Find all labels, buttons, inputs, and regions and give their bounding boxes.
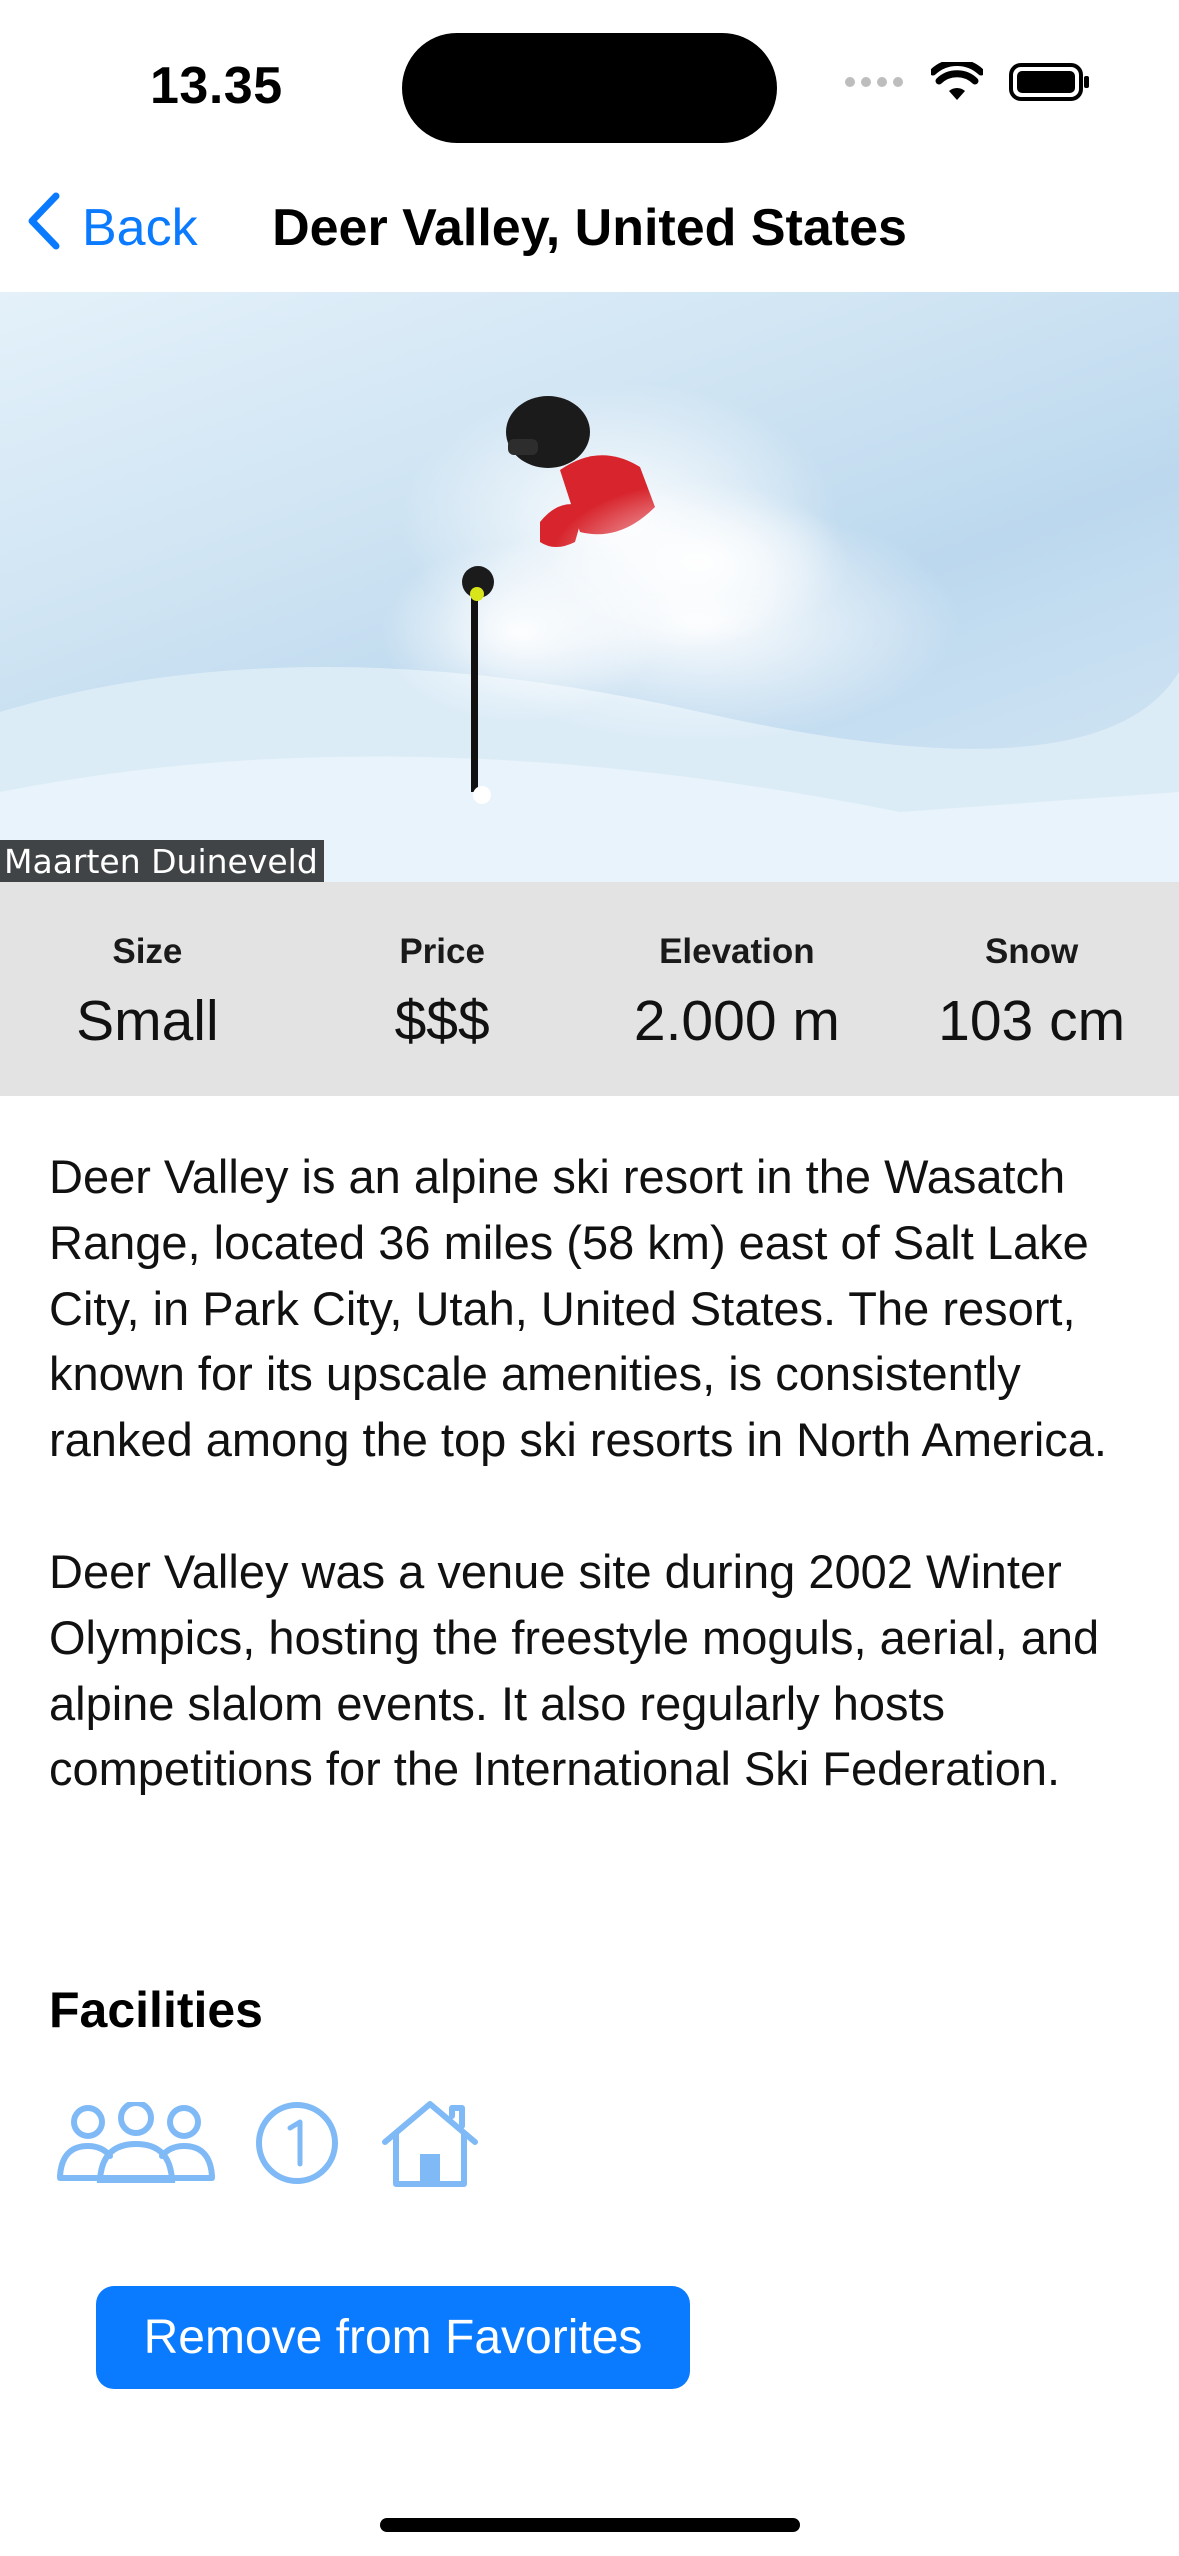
- stat-label: Size: [112, 932, 183, 971]
- signal-icon: [845, 75, 905, 94]
- house-icon: [380, 2098, 480, 2193]
- stat-size: Size Small: [0, 882, 295, 1096]
- stat-snow: Snow 103 cm: [884, 882, 1179, 1096]
- stat-price: Price $$$: [295, 882, 590, 1096]
- facilities-heading: Facilities: [49, 1982, 263, 2038]
- group-icon: [56, 2100, 216, 2189]
- resort-photo: [0, 292, 1179, 882]
- home-indicator[interactable]: [380, 2518, 800, 2532]
- remove-from-favorites-button[interactable]: Remove from Favorites: [96, 2286, 690, 2389]
- stat-label: Snow: [984, 932, 1079, 971]
- stat-value: 103 cm: [938, 989, 1126, 1053]
- battery-icon: [1009, 62, 1091, 107]
- status-icons: [845, 59, 1091, 107]
- photo-credit: Maarten Duineveld: [0, 840, 324, 884]
- status-time: 13.35: [150, 57, 283, 115]
- number-one-circle-icon: [254, 2100, 340, 2191]
- resort-description: Deer Valley is an alpine ski resort in t…: [49, 1144, 1149, 1802]
- stat-value: $$$: [394, 989, 490, 1053]
- stat-elevation: Elevation 2.000 m: [590, 882, 885, 1096]
- resort-stats: Size Small Price $$$ Elevation 2.000 m S…: [0, 882, 1179, 1096]
- dynamic-island: [402, 33, 777, 143]
- stat-label: Elevation: [659, 932, 815, 971]
- facility-icons: [56, 2098, 480, 2193]
- stat-value: Small: [76, 989, 219, 1053]
- description-paragraph: Deer Valley was a venue site during 2002…: [49, 1544, 1100, 1796]
- stat-value: 2.000 m: [633, 989, 840, 1053]
- stat-label: Price: [399, 932, 485, 971]
- description-paragraph: Deer Valley is an alpine ski resort in t…: [49, 1150, 1107, 1467]
- wifi-icon: [929, 59, 985, 107]
- page-title: Deer Valley, United States: [272, 199, 907, 257]
